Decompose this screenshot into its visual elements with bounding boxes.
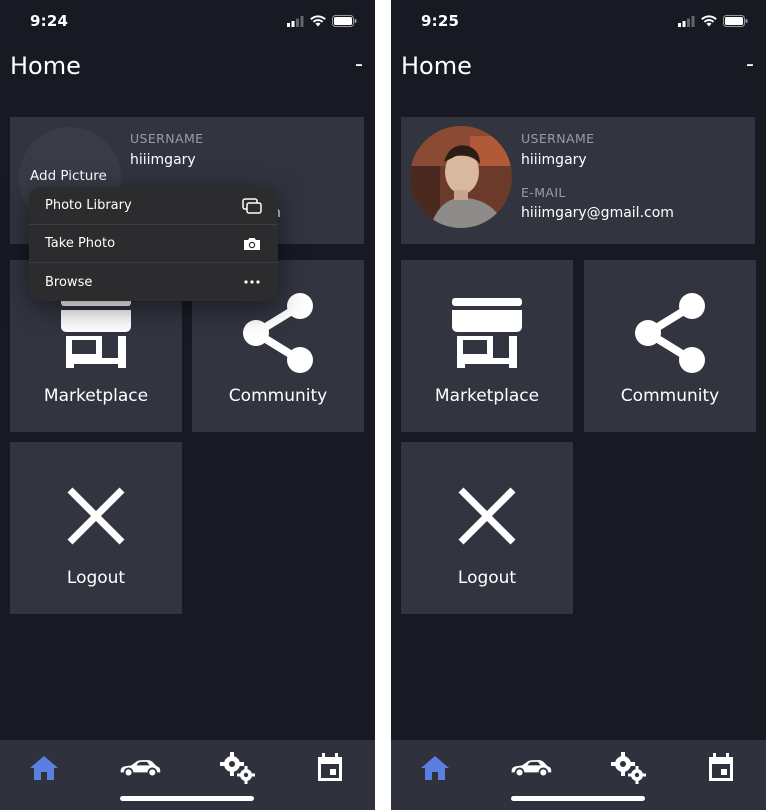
logout-tile[interactable]: Logout	[401, 442, 573, 614]
status-bar: 9:24	[0, 12, 375, 34]
battery-icon	[332, 15, 357, 27]
menu-item-photo-library[interactable]: Photo Library	[29, 187, 278, 225]
settings-icon	[611, 752, 646, 784]
signal-icon	[287, 15, 304, 27]
tab-settings[interactable]	[607, 750, 651, 786]
home-indicator[interactable]	[120, 796, 254, 801]
status-icons	[287, 15, 357, 27]
phone-screen-left: 9:24 Home - USERNAME hiiimgary n Add Pic…	[0, 0, 375, 810]
profile-card: USERNAME hiiimgary E-MAIL hiiimgary@gmai…	[401, 117, 755, 244]
profile-photo	[410, 126, 512, 228]
camera-icon	[242, 235, 262, 253]
more-icon	[242, 273, 262, 291]
battery-icon	[723, 15, 748, 27]
close-icon	[67, 487, 125, 545]
tab-car[interactable]	[509, 750, 553, 786]
calendar-icon	[318, 753, 342, 781]
username-value: hiiimgary	[130, 152, 196, 168]
tab-car[interactable]	[118, 750, 162, 786]
add-picture-menu: Photo Library Take Photo Browse	[29, 187, 278, 301]
page-title: Home	[401, 52, 472, 80]
car-icon	[511, 760, 552, 778]
header-menu-button[interactable]: -	[355, 52, 363, 77]
logout-label: Logout	[66, 568, 126, 588]
store-icon	[452, 298, 522, 368]
tab-calendar[interactable]	[308, 750, 352, 786]
email-value: hiiimgary@gmail.com	[521, 205, 674, 221]
marketplace-label: Marketplace	[434, 386, 540, 406]
photo-library-icon	[242, 197, 262, 215]
tab-calendar[interactable]	[699, 750, 743, 786]
logout-label: Logout	[457, 568, 517, 588]
home-icon	[421, 756, 449, 780]
tab-home[interactable]	[413, 750, 457, 786]
logout-tile[interactable]: Logout	[10, 442, 182, 614]
page-title: Home	[10, 52, 81, 80]
signal-icon	[678, 15, 695, 27]
menu-item-take-photo[interactable]: Take Photo	[29, 225, 278, 263]
status-time: 9:25	[421, 12, 460, 30]
close-icon	[458, 487, 516, 545]
menu-item-browse[interactable]: Browse	[29, 263, 278, 301]
community-label: Community	[620, 386, 720, 406]
add-picture-label: Add Picture	[30, 168, 107, 184]
take-photo-label: Take Photo	[45, 236, 116, 251]
username-label: USERNAME	[521, 131, 595, 146]
home-indicator[interactable]	[511, 796, 645, 801]
status-bar: 9:25	[391, 12, 766, 34]
status-time: 9:24	[30, 12, 69, 30]
wifi-icon	[701, 15, 717, 27]
calendar-icon	[709, 753, 733, 781]
community-tile[interactable]: Community	[584, 260, 756, 432]
marketplace-label: Marketplace	[43, 386, 149, 406]
community-label: Community	[228, 386, 328, 406]
phone-screen-right: 9:25 Home - USERNAME hiiimgary E-MAIL hi…	[391, 0, 766, 810]
share-icon	[243, 293, 313, 373]
username-label: USERNAME	[130, 131, 204, 146]
home-icon	[30, 756, 58, 780]
email-label: E-MAIL	[521, 185, 566, 200]
avatar[interactable]	[410, 126, 512, 228]
photo-library-label: Photo Library	[45, 198, 132, 213]
share-icon	[635, 293, 705, 373]
store-icon	[61, 298, 131, 368]
username-value: hiiimgary	[521, 152, 587, 168]
browse-label: Browse	[45, 274, 93, 290]
marketplace-tile[interactable]: Marketplace	[401, 260, 573, 432]
header-menu-button[interactable]: -	[746, 52, 754, 77]
settings-icon	[220, 752, 255, 784]
tab-home[interactable]	[22, 750, 66, 786]
wifi-icon	[310, 15, 326, 27]
status-icons	[678, 15, 748, 27]
tab-settings[interactable]	[216, 750, 260, 786]
car-icon	[120, 760, 161, 778]
